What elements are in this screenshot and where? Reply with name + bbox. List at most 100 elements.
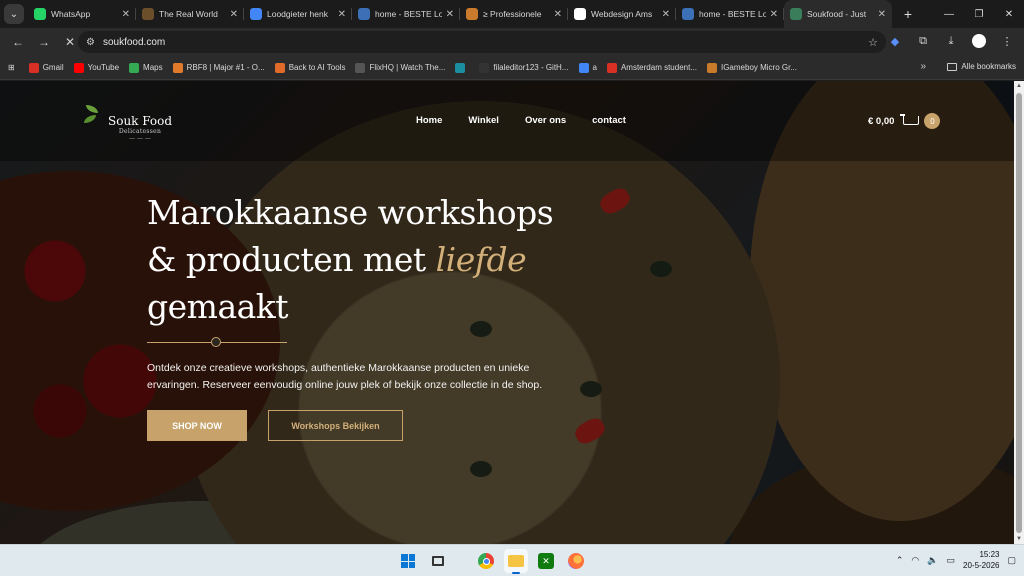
bookmark-icon <box>73 62 84 73</box>
bookmark-item[interactable]: Gmail <box>28 62 64 73</box>
close-icon[interactable]: ✕ <box>230 9 238 20</box>
tab-strip: ⌄ WhatsApp ✕ The Real World ✕ Loodgieter hen… <box>0 0 1024 28</box>
taskbar-apps: ✕ <box>396 549 588 574</box>
hero-background-image <box>470 461 492 477</box>
scroll-down-icon[interactable]: ▼ <box>1016 536 1022 542</box>
new-tab-button[interactable]: + <box>898 4 918 24</box>
firefox-icon[interactable] <box>564 549 588 573</box>
page-scrollbar[interactable]: ▲ ▼ <box>1014 81 1024 544</box>
bookmark-item[interactable]: YouTube <box>73 62 119 73</box>
site-info-icon[interactable]: ⚙ <box>86 37 95 48</box>
menu-item-over-ons[interactable]: Over ons <box>525 115 566 126</box>
chevron-up-icon[interactable]: ⌃ <box>896 555 904 566</box>
apps-grid-icon[interactable]: ⊞ <box>8 63 15 72</box>
bookmarks-overflow-icon[interactable]: » <box>920 61 926 72</box>
close-icon[interactable]: ✕ <box>122 9 130 20</box>
bookmark-icon <box>28 62 39 73</box>
profile-avatar[interactable] <box>968 30 990 52</box>
task-view-icon[interactable] <box>426 549 450 573</box>
bookmark-item[interactable]: Amsterdam student... <box>606 62 697 73</box>
bookmark-label: Amsterdam student... <box>620 63 697 72</box>
cart-icon <box>900 114 920 128</box>
bookmark-icon <box>355 62 366 73</box>
all-bookmarks-button[interactable]: Alle bookmarks <box>947 62 1016 71</box>
browser-tab[interactable]: The Real World ✕ <box>136 0 244 28</box>
clock-time: 15:23 <box>979 550 1000 559</box>
menu-item-contact[interactable]: contact <box>592 115 626 126</box>
site-logo[interactable]: Souk Food Delicatessen — — — <box>82 103 172 142</box>
maximize-icon[interactable]: ❐ <box>964 0 994 28</box>
logo-ornament: — — — <box>129 135 151 142</box>
extensions-puzzle-icon[interactable]: ⧉ <box>912 30 934 52</box>
clock[interactable]: 15:23 20-5-2026 <box>963 549 999 571</box>
clock-date: 20-5-2026 <box>963 561 1000 570</box>
bookmark-item[interactable] <box>455 62 469 73</box>
bookmark-item[interactable]: IGameboy Micro Gr... <box>706 62 798 73</box>
tab-search-button[interactable]: ⌄ <box>4 4 24 24</box>
cart-button[interactable]: € 0,00 0 <box>868 113 941 129</box>
bookmark-icon <box>274 62 285 73</box>
tab-label: home - BESTE Lo <box>699 9 766 19</box>
xbox-icon[interactable]: ✕ <box>534 549 558 573</box>
close-icon[interactable]: ✕ <box>770 9 778 20</box>
browser-tab[interactable]: WhatsApp ✕ <box>28 0 136 28</box>
bookmark-label: filaleditor123 - GitH... <box>493 63 569 72</box>
bookmark-item[interactable]: a <box>578 62 597 73</box>
page-viewport: Souk Food Delicatessen — — — Home Winkel… <box>0 81 1014 544</box>
leaf-icon <box>82 103 106 127</box>
ornament-icon <box>211 337 221 347</box>
close-icon[interactable]: ✕ <box>446 9 454 20</box>
site-icon <box>682 8 694 20</box>
hero-title-line1: Marokkaanse workshops <box>147 193 554 232</box>
battery-icon[interactable]: ▭ <box>946 555 955 566</box>
browser-tab[interactable]: Loodgieter henk ✕ <box>244 0 352 28</box>
tab-list: WhatsApp ✕ The Real World ✕ Loodgieter henk ✕… <box>28 0 892 28</box>
tab-label: Soukfood - Just <box>807 9 867 19</box>
bookmark-item[interactable]: Back to AI Tools <box>274 62 345 73</box>
close-window-icon[interactable]: ✕ <box>994 0 1024 28</box>
webdesign-icon <box>574 8 586 20</box>
forward-icon[interactable]: → <box>32 30 56 54</box>
address-bar[interactable]: ⚙ soukfood.com ☆ <box>78 31 886 53</box>
browser-tab[interactable]: home - BESTE Lo ✕ <box>352 0 460 28</box>
close-icon[interactable]: ✕ <box>662 9 670 20</box>
browser-tab[interactable]: Webdesign Ams ✕ <box>568 0 676 28</box>
bookmark-item[interactable]: filaleditor123 - GitH... <box>479 62 569 73</box>
start-button[interactable] <box>396 549 420 573</box>
browser-tab[interactable]: home - BESTE Lo ✕ <box>676 0 784 28</box>
bookmark-item[interactable]: FlixHQ | Watch The... <box>355 62 445 73</box>
back-icon[interactable]: ← <box>6 30 30 54</box>
bookmark-item[interactable]: RBF8 | Major #1 - O... <box>172 62 265 73</box>
menu-item-home[interactable]: Home <box>416 115 442 126</box>
tab-label: home - BESTE Lo <box>375 9 442 19</box>
chrome-icon[interactable] <box>474 549 498 573</box>
extension-icon[interactable]: ◆ <box>884 30 906 52</box>
browser-tab[interactable]: ≥ Professionele ✕ <box>460 0 568 28</box>
close-icon[interactable]: ✕ <box>554 9 562 20</box>
bookmark-label: Maps <box>143 63 163 72</box>
notifications-icon[interactable]: ▢ <box>1007 555 1016 566</box>
bookmark-label: Gmail <box>42 63 64 72</box>
url-text: soukfood.com <box>102 36 166 48</box>
bookmark-label: IGameboy Micro Gr... <box>720 63 798 72</box>
google-icon <box>250 8 262 20</box>
download-icon[interactable]: ⤓ <box>940 30 962 52</box>
minimize-icon[interactable]: — <box>934 0 964 28</box>
menu-item-winkel[interactable]: Winkel <box>468 115 499 126</box>
shop-now-button[interactable]: SHOP NOW <box>147 410 247 441</box>
workshops-button[interactable]: Workshops Bekijken <box>268 410 403 441</box>
menu-kebab-icon[interactable]: ⋮ <box>996 30 1018 52</box>
hero-background-image <box>580 381 602 397</box>
close-icon[interactable]: ✕ <box>878 9 886 20</box>
file-explorer-icon[interactable] <box>504 549 528 574</box>
volume-icon[interactable]: 🔈 <box>927 555 938 566</box>
bookmark-item[interactable]: Maps <box>129 62 163 73</box>
close-icon[interactable]: ✕ <box>338 9 346 20</box>
wifi-icon[interactable]: ◠ <box>911 555 919 566</box>
logo-tagline: Delicatessen <box>118 128 162 135</box>
bookmark-star-icon[interactable]: ☆ <box>868 36 878 49</box>
scroll-up-icon[interactable]: ▲ <box>1016 83 1022 89</box>
scrollbar-thumb[interactable] <box>1016 93 1022 533</box>
hero-buttons: SHOP NOW Workshops Bekijken <box>147 410 567 441</box>
browser-tab[interactable]: Soukfood - Just ✕ <box>784 0 892 28</box>
